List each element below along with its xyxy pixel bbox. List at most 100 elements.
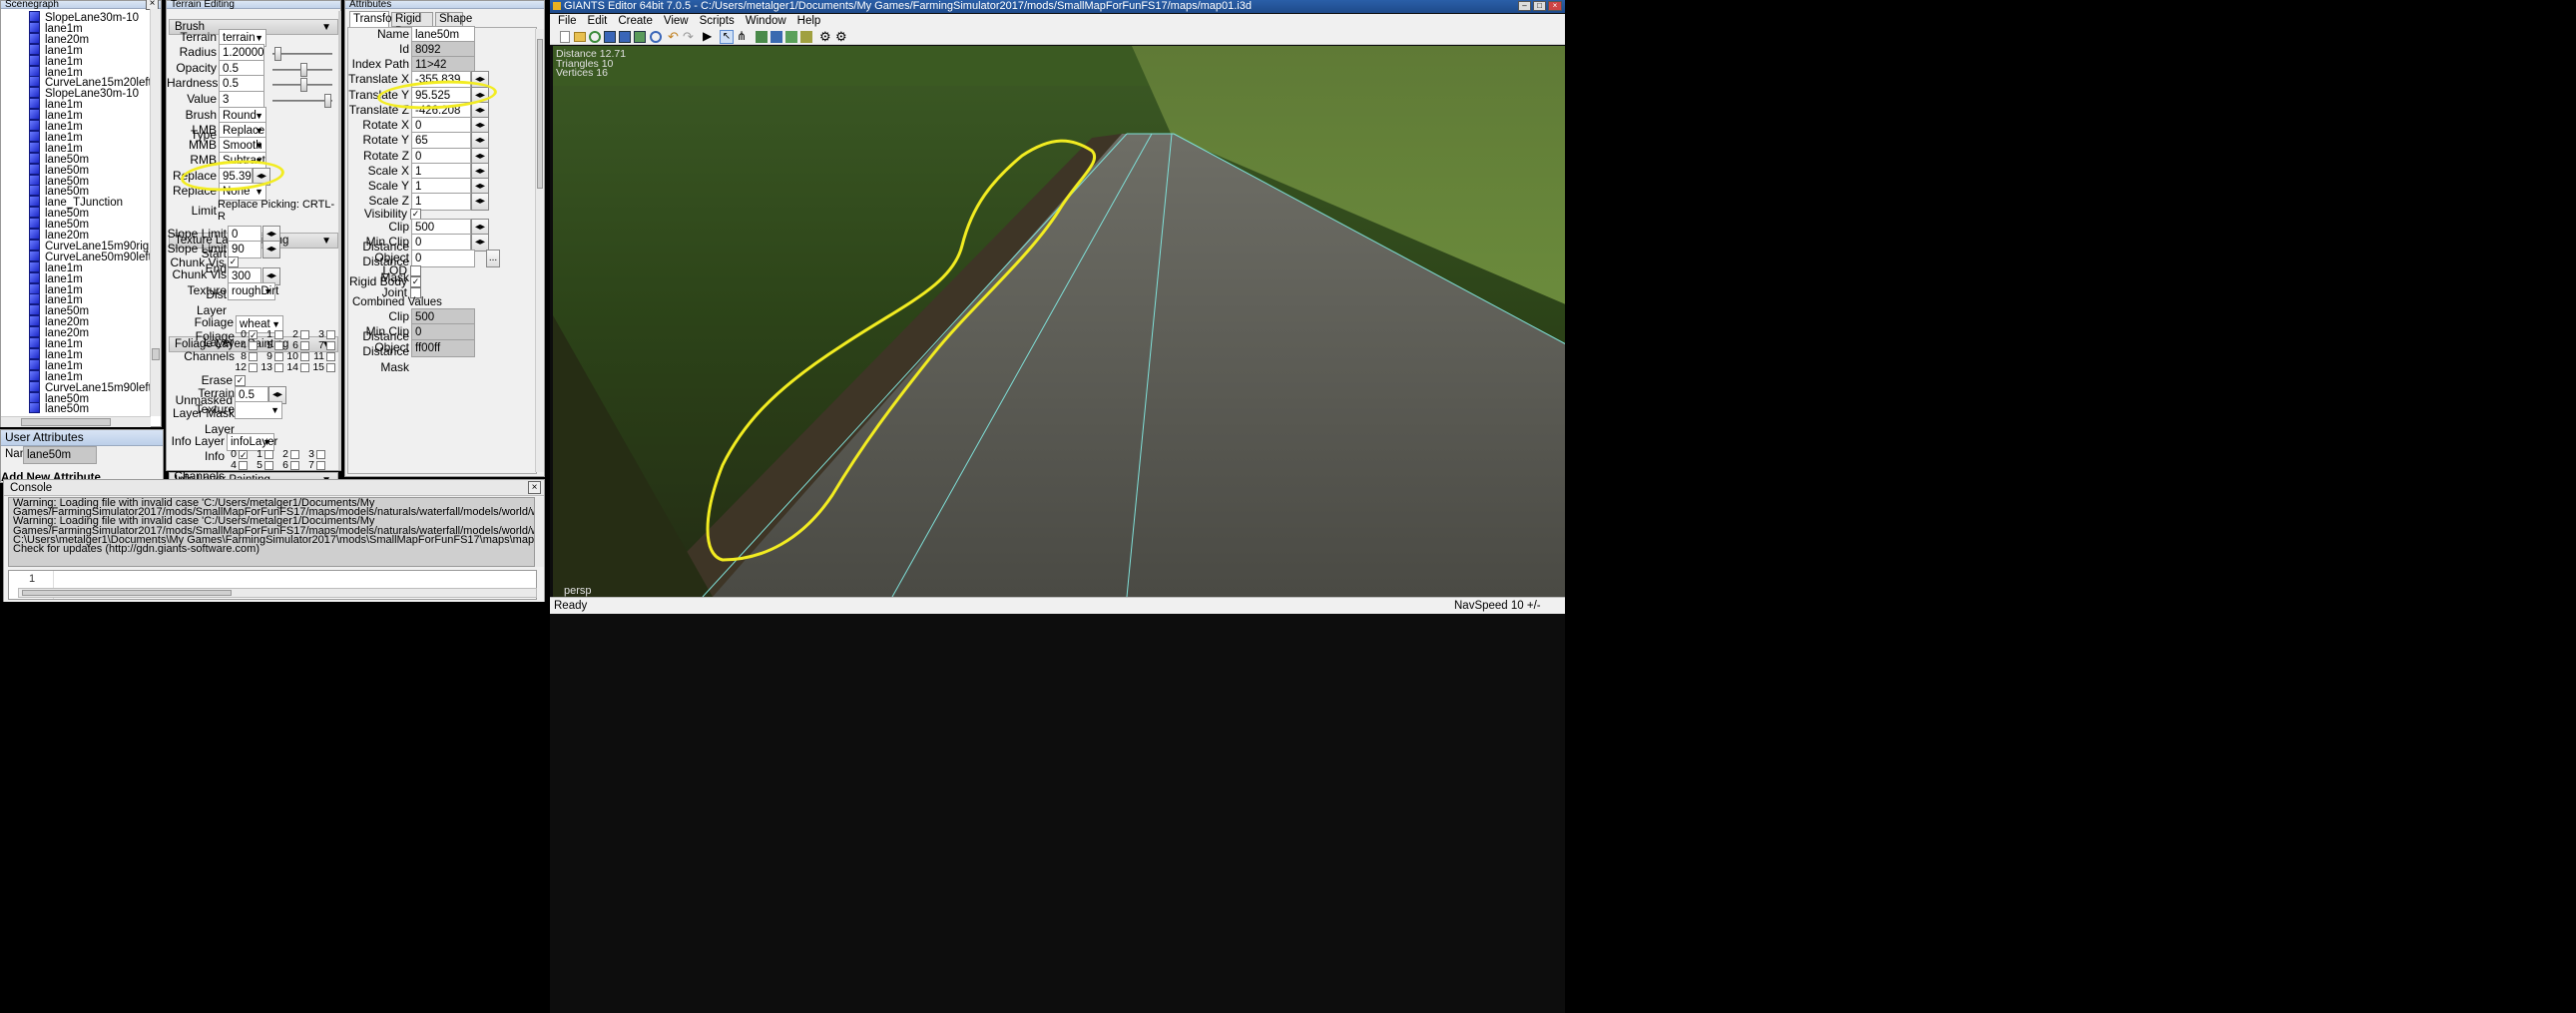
console-output-scrollbar[interactable] — [535, 497, 544, 567]
terrain-paint-icon[interactable] — [771, 31, 782, 43]
tree-item[interactable]: lane1m — [29, 21, 83, 35]
tree-item[interactable]: lane50m — [29, 207, 89, 220]
channel-checkbox[interactable] — [300, 363, 309, 372]
slider-thumb[interactable] — [274, 47, 281, 61]
scenegraph-tree[interactable]: SlopeLane30m-10 lane1m lane20m lane1m lane1m… — [1, 9, 151, 416]
tree-item[interactable]: lane1m — [29, 282, 83, 295]
reload-icon[interactable] — [650, 31, 662, 43]
tree-item[interactable]: lane1m — [29, 98, 83, 111]
object-mask-browse-button[interactable]: ... — [486, 250, 500, 267]
console-hscrollbar[interactable] — [18, 588, 537, 598]
channel-checkbox[interactable] — [249, 352, 258, 361]
channel-checkbox[interactable] — [300, 341, 309, 350]
info-channel-checkbox[interactable]: ✓ — [239, 450, 248, 460]
info-channel-checkbox[interactable] — [264, 450, 273, 459]
channel-checkbox[interactable] — [249, 363, 258, 372]
channel-checkbox[interactable] — [326, 341, 335, 350]
tree-item[interactable]: lane1m — [29, 369, 83, 382]
console-output[interactable]: Warning: Loading file with invalid case … — [8, 497, 535, 567]
info-channel-checkbox[interactable] — [316, 461, 325, 470]
info-channel-checkbox[interactable] — [264, 461, 273, 470]
channel-checkbox[interactable] — [274, 341, 283, 350]
tree-item[interactable]: lane1m — [29, 337, 83, 350]
foliage-paint-icon[interactable] — [785, 31, 797, 43]
tree-item[interactable]: CurveLane50m90left — [29, 250, 151, 263]
tree-item[interactable]: lane50m — [29, 218, 89, 231]
close-icon[interactable]: × — [1548, 1, 1562, 11]
tree-item[interactable]: lane1m — [29, 130, 83, 144]
channel-checkbox[interactable] — [249, 341, 258, 350]
channel-checkbox[interactable] — [326, 363, 335, 372]
terrain-vscrollbar[interactable] — [338, 11, 341, 470]
channel-checkbox[interactable] — [300, 352, 309, 361]
tree-item[interactable]: lane1m — [29, 293, 83, 306]
tree-item[interactable]: SlopeLane30m-10 — [29, 87, 139, 100]
rigid-body-checkbox[interactable]: ✓ — [410, 276, 421, 287]
menu-file[interactable]: File — [558, 15, 577, 27]
scrollbar-thumb[interactable] — [21, 418, 111, 426]
play-icon[interactable]: ▶ — [703, 29, 712, 43]
slider-thumb[interactable] — [300, 63, 307, 77]
select-tool-icon[interactable]: ↖ — [720, 30, 734, 44]
erase-unmasked-checkbox[interactable]: ✓ — [235, 375, 246, 386]
tree-item[interactable]: CurveLane15m20left — [29, 76, 151, 89]
tree-item[interactable]: lane50m — [29, 402, 89, 415]
tab-shape[interactable]: Shape — [435, 12, 472, 27]
tree-item[interactable]: lane20m — [29, 315, 89, 328]
scenegraph-vscrollbar[interactable] — [150, 9, 161, 416]
lod-checkbox[interactable] — [410, 265, 421, 276]
chunk-vis-checkbox[interactable]: ✓ — [228, 256, 239, 267]
menu-help[interactable]: Help — [797, 15, 821, 27]
tree-item[interactable]: SlopeLane30m-10 — [29, 11, 139, 24]
tree-item[interactable]: lane1m — [29, 358, 83, 372]
minimize-icon[interactable]: – — [1518, 1, 1531, 11]
opacity-slider[interactable] — [272, 63, 332, 77]
menu-create[interactable]: Create — [618, 15, 653, 27]
info-channel-checkbox[interactable] — [290, 450, 299, 459]
menu-window[interactable]: Window — [746, 15, 786, 27]
scrollbar-thumb[interactable] — [152, 348, 160, 360]
maximize-icon[interactable]: □ — [1533, 1, 1546, 11]
new-file-icon[interactable] — [560, 31, 570, 43]
info-layer-paint-icon[interactable] — [800, 31, 812, 43]
hardness-slider[interactable] — [272, 78, 332, 92]
move-tool-icon[interactable]: ⋔ — [737, 29, 747, 43]
channel-checkbox[interactable] — [274, 363, 283, 372]
tree-item[interactable]: lane1m — [29, 54, 83, 67]
tree-item[interactable]: lane1m — [29, 120, 83, 133]
scrollbar-thumb[interactable] — [537, 39, 543, 189]
menu-view[interactable]: View — [664, 15, 689, 27]
tree-item[interactable]: lane50m — [29, 163, 89, 176]
scrollbar-thumb[interactable] — [22, 590, 232, 596]
channel-checkbox[interactable]: ✓ — [249, 330, 258, 340]
tree-item[interactable]: CurveLane15m90left — [29, 380, 151, 393]
channel-checkbox[interactable] — [300, 330, 309, 339]
tree-item[interactable]: lane1m — [29, 271, 83, 284]
save-icon[interactable] — [604, 31, 616, 43]
tree-item[interactable]: lane50m — [29, 185, 89, 198]
tree-item[interactable]: lane50m — [29, 391, 89, 404]
options-gear-icon[interactable]: ⚙ — [835, 29, 847, 45]
import-icon[interactable] — [634, 31, 646, 43]
channel-checkbox[interactable] — [326, 330, 335, 339]
terrain-raise-icon[interactable] — [756, 31, 768, 43]
tree-item[interactable]: lane50m — [29, 304, 89, 317]
tree-item[interactable]: lane1m — [29, 347, 83, 361]
attributes-vscrollbar[interactable] — [535, 29, 544, 472]
scenegraph-hscrollbar[interactable] — [1, 416, 151, 427]
radius-slider[interactable] — [272, 47, 332, 61]
undo-icon[interactable]: ↶ — [668, 29, 679, 45]
info-channel-checkbox[interactable] — [239, 461, 248, 470]
scale-z-spinner[interactable]: ◂▸ — [471, 193, 489, 211]
refresh-icon[interactable] — [589, 31, 601, 43]
tree-item[interactable]: lane1m — [29, 260, 83, 273]
user-attr-name-field[interactable]: lane50m — [23, 446, 97, 464]
close-icon[interactable]: × — [528, 481, 541, 494]
tree-item[interactable]: lane1m — [29, 141, 83, 155]
tree-item[interactable]: lane20m — [29, 229, 89, 242]
texture-layer-select[interactable]: roughDirt ▼ — [228, 282, 278, 300]
tree-item[interactable]: lane1m — [29, 65, 83, 78]
open-folder-icon[interactable] — [574, 32, 586, 42]
info-channel-checkbox[interactable] — [316, 450, 325, 459]
tree-item[interactable]: lane20m — [29, 32, 89, 46]
